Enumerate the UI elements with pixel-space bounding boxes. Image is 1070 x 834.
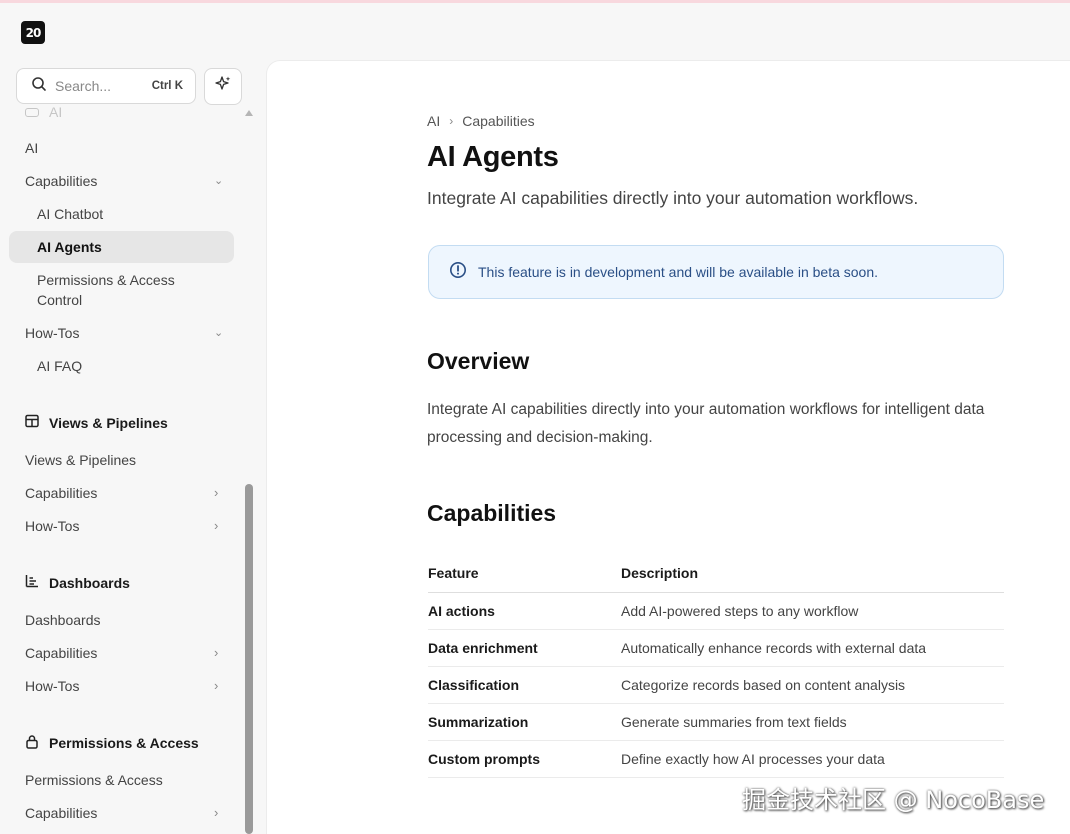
sidebar-item-dashboards[interactable]: Dashboards <box>25 610 101 630</box>
table-cell-description: Categorize records based on content anal… <box>621 666 1004 704</box>
overview-text: Integrate AI capabilities directly into … <box>427 401 985 446</box>
search-shortcut-hint: Ctrl K <box>151 80 183 92</box>
sidebar-item-ai[interactable]: AI <box>25 138 38 158</box>
page-title: AI Agents <box>427 141 559 173</box>
table-cell-feature: Classification <box>428 666 621 704</box>
breadcrumb: AI › Capabilities <box>427 113 535 129</box>
search-input[interactable]: Search... Ctrl K <box>16 68 196 104</box>
table-cell-description: Add AI-powered steps to any workflow <box>621 592 1004 630</box>
sidebar-item-ai-faq[interactable]: AI FAQ <box>37 356 82 376</box>
chevron-right-icon[interactable]: › <box>214 645 218 660</box>
app-logo[interactable]: 20 <box>21 21 45 44</box>
callout-text: This feature is in development and will … <box>478 264 879 280</box>
chevron-down-icon[interactable]: ⌄ <box>214 174 223 187</box>
table-cell-feature: Summarization <box>428 703 621 741</box>
table-row: Summarization Generate summaries from te… <box>428 703 1004 741</box>
table-row: Custom prompts Define exactly how AI pro… <box>428 740 1004 778</box>
table-cell-description: Define exactly how AI processes your dat… <box>621 740 1004 778</box>
sidebar-item-capabilities[interactable]: Capabilities <box>25 171 97 191</box>
ai-assistant-button[interactable] <box>204 68 242 105</box>
search-placeholder: Search... <box>55 78 112 94</box>
top-accent-strip <box>0 0 1070 3</box>
breadcrumb-capabilities[interactable]: Capabilities <box>462 113 534 129</box>
lock-icon <box>25 734 49 752</box>
chevron-down-icon[interactable]: ⌄ <box>214 326 223 339</box>
chevron-right-icon: › <box>449 114 454 128</box>
table-row: AI actions Add AI-powered steps to any w… <box>428 592 1004 630</box>
table-cell-feature: Data enrichment <box>428 629 621 667</box>
sidebar-item-ai-agents[interactable]: AI Agents <box>37 237 102 257</box>
table-header-row: Feature Description <box>428 555 1004 593</box>
sidebar-section-views-pipelines: Views & Pipelines <box>25 414 168 431</box>
sidebar-item-permissions-access-control[interactable]: Permissions & Access Control <box>37 270 207 310</box>
sidebar-scrollbar-thumb[interactable] <box>245 484 253 834</box>
bar-chart-icon <box>25 574 49 591</box>
capabilities-heading: Capabilities <box>427 500 557 526</box>
sidebar-item-views-pipelines[interactable]: Views & Pipelines <box>25 450 136 470</box>
search-icon <box>31 76 47 97</box>
sidebar-item-how-tos[interactable]: How-Tos <box>25 323 79 343</box>
table-icon <box>25 414 49 431</box>
table-cell-description: Generate summaries from text fields <box>621 703 1004 741</box>
capabilities-table: Feature Description AI actions Add AI-po… <box>428 555 1004 778</box>
sidebar-item-how-tos[interactable]: How-Tos <box>25 676 79 696</box>
scroll-up-arrow[interactable] <box>245 110 253 116</box>
table-cell-feature: AI actions <box>428 592 621 630</box>
info-callout: This feature is in development and will … <box>428 245 1004 299</box>
table-row: Data enrichment Automatically enhance re… <box>428 629 1004 667</box>
overview-heading: Overview <box>427 348 530 374</box>
column-header-description: Description <box>621 555 1004 593</box>
chevron-right-icon[interactable]: › <box>214 805 218 820</box>
sidebar-section-permissions-access: Permissions & Access <box>25 734 199 752</box>
sidebar-item-capabilities[interactable]: Capabilities <box>25 643 97 663</box>
table-cell-feature: Custom prompts <box>428 740 621 778</box>
sparkle-icon <box>214 75 232 98</box>
table-row: Classification Categorize records based … <box>428 666 1004 704</box>
chevron-right-icon[interactable]: › <box>214 518 218 533</box>
info-icon <box>449 261 467 284</box>
sidebar-item-capabilities[interactable]: Capabilities <box>25 803 97 823</box>
sidebar-item-capabilities[interactable]: Capabilities <box>25 483 97 503</box>
sidebar-item-permissions-access[interactable]: Permissions & Access <box>25 770 163 790</box>
watermark: 掘金技术社区 @ NocoBase <box>742 786 1045 814</box>
breadcrumb-ai[interactable]: AI <box>427 113 440 129</box>
sidebar-section-dashboards: Dashboards <box>25 574 130 591</box>
table-cell-description: Automatically enhance records with exter… <box>621 629 1004 667</box>
chevron-right-icon[interactable]: › <box>214 678 218 693</box>
sidebar-item-how-tos[interactable]: How-Tos <box>25 516 79 536</box>
page-lead: Integrate AI capabilities directly into … <box>427 188 919 208</box>
bot-icon <box>25 107 39 117</box>
sidebar-section-ai-faded: AI <box>25 104 62 120</box>
column-header-feature: Feature <box>428 555 621 593</box>
chevron-right-icon[interactable]: › <box>214 485 218 500</box>
sidebar-item-ai-chatbot[interactable]: AI Chatbot <box>37 204 103 224</box>
